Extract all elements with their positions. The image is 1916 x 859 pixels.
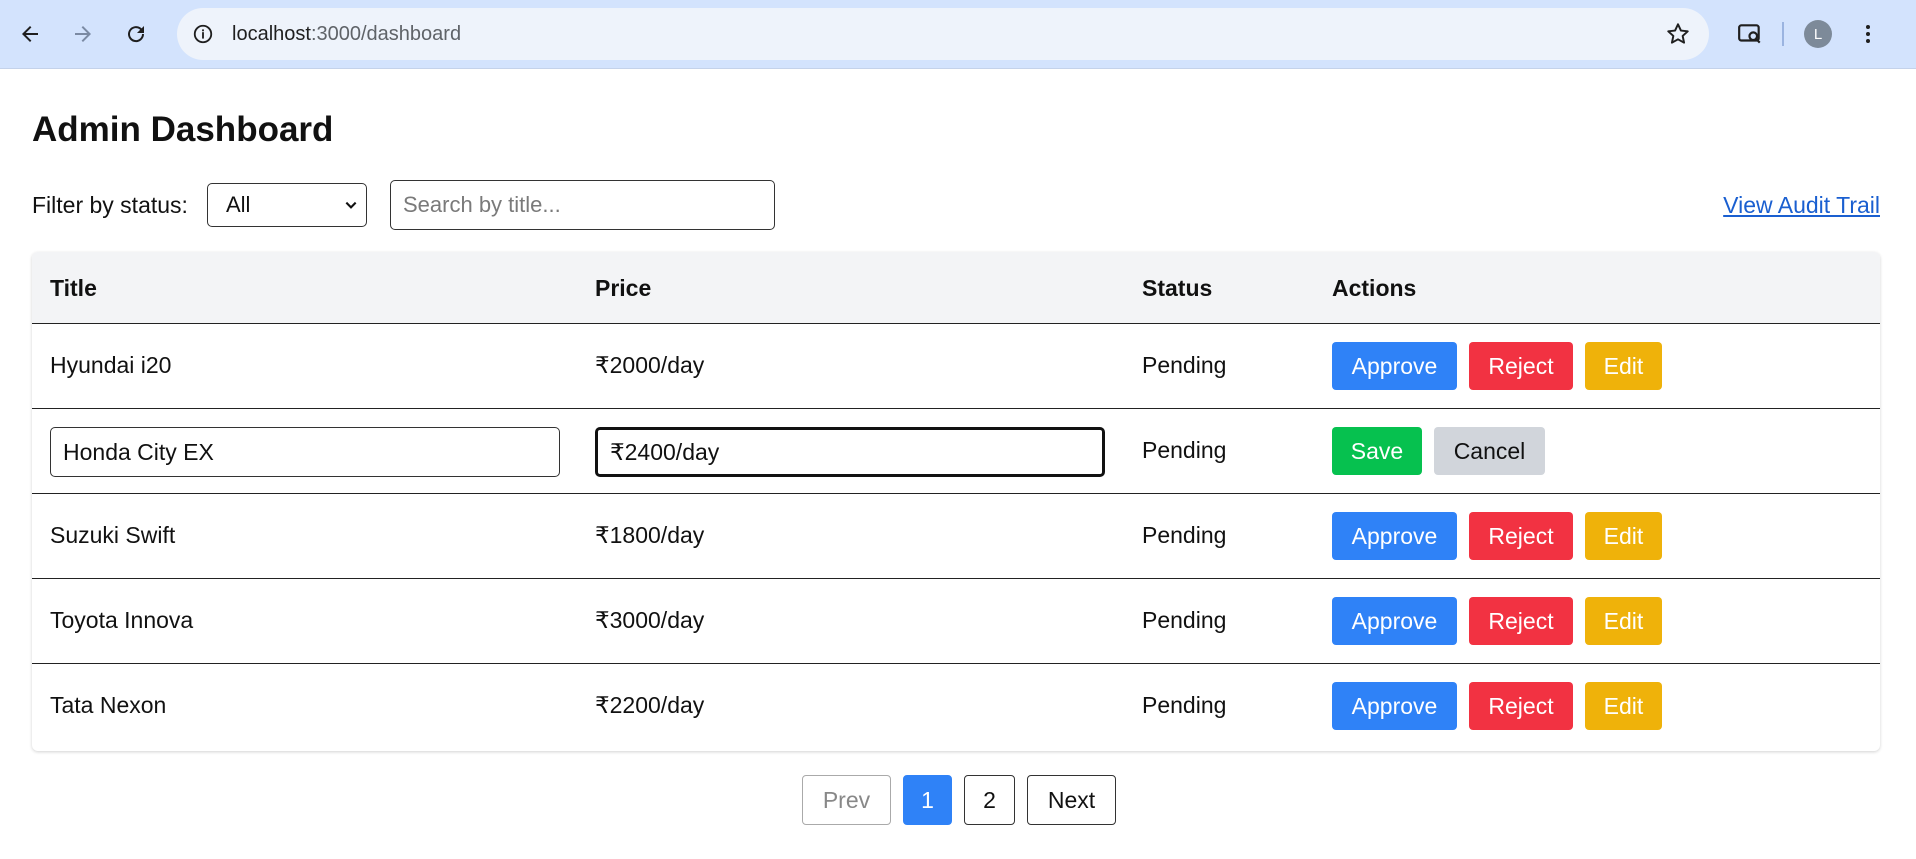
approve-button[interactable]: Approve	[1332, 597, 1457, 645]
view-audit-trail-link[interactable]: View Audit Trail	[1723, 192, 1880, 219]
search-input[interactable]	[390, 180, 775, 230]
row-price: ₹3000/day	[595, 607, 705, 633]
status-filter-select[interactable]: All	[207, 183, 367, 227]
toolbar-divider	[1782, 22, 1784, 46]
header-title: Title	[50, 275, 97, 301]
page-2-button[interactable]: 2	[964, 775, 1015, 825]
site-info-icon[interactable]	[188, 19, 218, 49]
pagination: Prev 1 2 Next	[32, 775, 1880, 825]
url-host: localhost	[232, 22, 311, 45]
chevron-down-icon	[345, 201, 357, 209]
next-page-button[interactable]: Next	[1027, 775, 1116, 825]
forward-arrow-icon[interactable]	[63, 14, 103, 54]
edit-title-input[interactable]	[50, 427, 560, 477]
bookmark-star-icon[interactable]	[1665, 21, 1691, 47]
row-status: Pending	[1142, 607, 1227, 633]
browser-toolbar: localhost:3000/dashboard L	[0, 0, 1916, 69]
cancel-button[interactable]: Cancel	[1434, 427, 1545, 475]
row-actions: Approve Reject Edit	[1332, 597, 1662, 645]
header-status: Status	[1142, 275, 1213, 301]
row-status: Pending	[1142, 692, 1227, 718]
row-title: Hyundai i20	[50, 352, 172, 378]
approve-button[interactable]: Approve	[1332, 512, 1457, 560]
table-row: Suzuki Swift ₹1800/day Pending Approve R…	[32, 494, 1880, 579]
filter-label: Filter by status:	[32, 192, 188, 218]
listings-table: Title Price Status Actions Hyundai i20 ₹…	[32, 252, 1880, 751]
reject-button[interactable]: Reject	[1469, 597, 1573, 645]
tab-search-icon[interactable]	[1730, 14, 1770, 54]
approve-button[interactable]: Approve	[1332, 342, 1457, 390]
table-header: Title Price Status Actions	[32, 252, 1880, 324]
save-button[interactable]: Save	[1332, 427, 1422, 475]
address-bar[interactable]: localhost:3000/dashboard	[177, 8, 1709, 60]
reject-button[interactable]: Reject	[1469, 342, 1573, 390]
table-row: Toyota Innova ₹3000/day Pending Approve …	[32, 579, 1880, 664]
approve-button[interactable]: Approve	[1332, 682, 1457, 730]
page-1-button[interactable]: 1	[903, 775, 952, 825]
row-status: Pending	[1142, 352, 1227, 378]
header-price: Price	[595, 275, 652, 301]
row-title: Toyota Innova	[50, 607, 194, 633]
filter-bar: Filter by status: All View Audit Trail	[32, 180, 1880, 230]
row-status: Pending	[1142, 522, 1227, 548]
row-actions: Approve Reject Edit	[1332, 512, 1662, 560]
back-arrow-icon[interactable]	[10, 14, 50, 54]
prev-page-button[interactable]: Prev	[802, 775, 891, 825]
row-price: ₹2200/day	[595, 692, 705, 718]
row-title: Tata Nexon	[50, 692, 167, 718]
edit-button[interactable]: Edit	[1585, 512, 1662, 560]
page-title: Admin Dashboard	[32, 110, 334, 149]
url-path: :3000/dashboard	[310, 22, 462, 45]
row-actions: Save Cancel	[1332, 427, 1545, 475]
table-row: Hyundai i20 ₹2000/day Pending Approve Re…	[32, 324, 1880, 409]
profile-button[interactable]: L	[1798, 14, 1838, 54]
header-actions: Actions	[1332, 275, 1417, 301]
reject-button[interactable]: Reject	[1469, 682, 1573, 730]
reload-icon[interactable]	[116, 14, 156, 54]
more-menu-icon[interactable]	[1848, 14, 1888, 54]
row-price: ₹2000/day	[595, 352, 705, 378]
row-actions: Approve Reject Edit	[1332, 682, 1662, 730]
reject-button[interactable]: Reject	[1469, 512, 1573, 560]
table-row: Tata Nexon ₹2200/day Pending Approve Rej…	[32, 664, 1880, 749]
edit-price-input[interactable]	[595, 427, 1105, 477]
row-title: Suzuki Swift	[50, 522, 176, 548]
status-select-value: All	[226, 192, 251, 217]
edit-button[interactable]: Edit	[1585, 682, 1662, 730]
row-status: Pending	[1142, 437, 1227, 463]
edit-button[interactable]: Edit	[1585, 597, 1662, 645]
row-actions: Approve Reject Edit	[1332, 342, 1662, 390]
url-text[interactable]: localhost:3000/dashboard	[232, 23, 461, 46]
table-row-editing: Pending Save Cancel	[32, 409, 1880, 494]
avatar: L	[1804, 20, 1832, 48]
row-price: ₹1800/day	[595, 522, 705, 548]
edit-button[interactable]: Edit	[1585, 342, 1662, 390]
